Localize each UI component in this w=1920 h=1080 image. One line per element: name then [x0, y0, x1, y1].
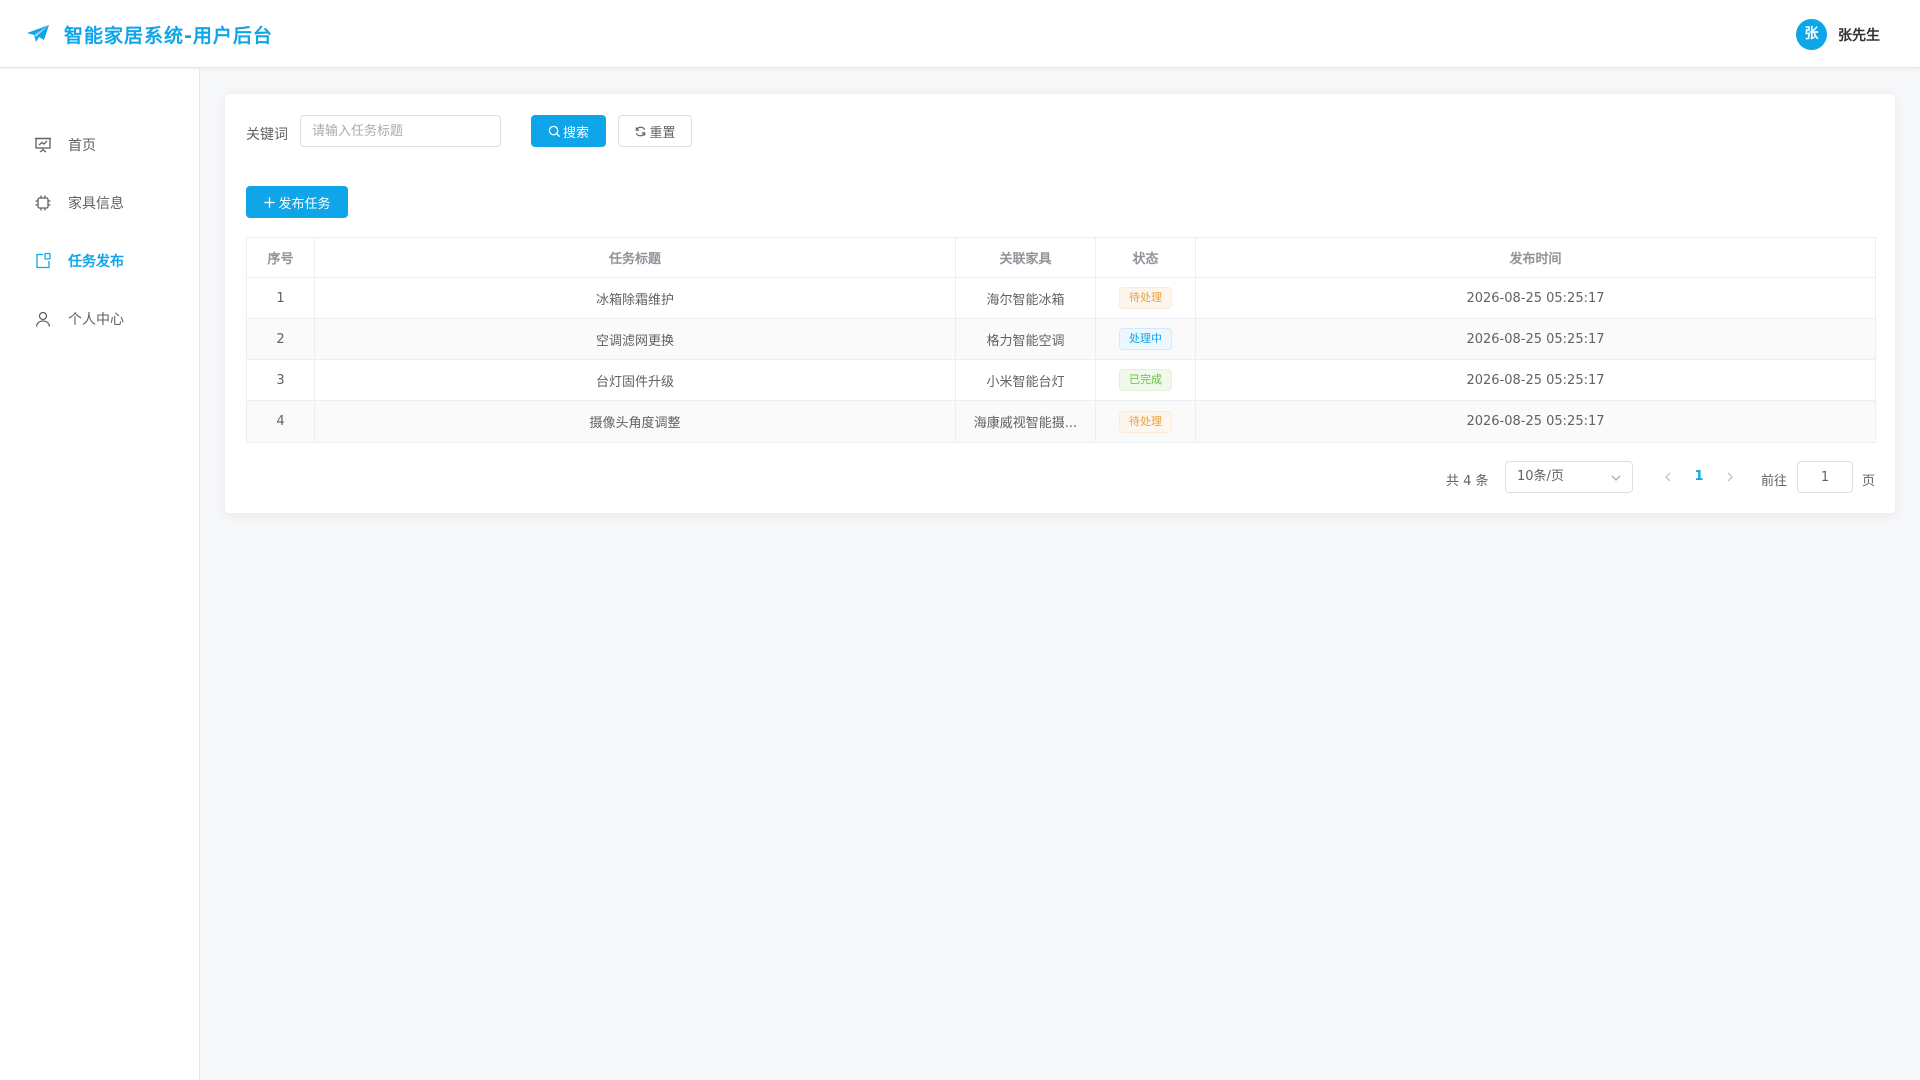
- prev-page-icon[interactable]: [1659, 468, 1677, 486]
- next-page-icon[interactable]: [1721, 468, 1739, 486]
- page-suffix-label: 页: [1862, 474, 1876, 489]
- cell-index: 3: [247, 360, 315, 400]
- search-button-label: 搜索: [562, 125, 589, 141]
- cell-status: 处理中: [1096, 319, 1196, 359]
- publish-task-button[interactable]: 发布任务: [246, 186, 348, 218]
- cell-furniture-text: 小米智能台灯: [986, 374, 1065, 390]
- sidebar-item-label: 首页: [68, 138, 96, 154]
- cell-furniture-text: 格力智能空调: [986, 333, 1065, 349]
- sidebar-item-profile[interactable]: 个人中心: [0, 290, 199, 348]
- table-row[interactable]: 2 空调滤网更换 格力智能空调 处理中 2026-08-25 05:25:17: [247, 319, 1875, 360]
- app-title: 智能家居系统-用户后台: [64, 25, 273, 47]
- cell-furniture-text: 海尔智能冰箱: [986, 292, 1065, 308]
- reset-button[interactable]: 重置: [618, 115, 692, 147]
- column-header-status: 状态: [1096, 238, 1196, 277]
- task-list-card: 关键词 搜索 重置 发布任务 序号 任务标题 关联家具 状态 发布时间 1 冰箱…: [224, 93, 1896, 514]
- page-size-value: 10条/页: [1517, 469, 1564, 484]
- cell-title: 摄像头角度调整: [315, 401, 956, 442]
- chevron-down-icon: [1611, 475, 1621, 481]
- cell-index: 2: [247, 319, 315, 359]
- table-row[interactable]: 1 冰箱除霜维护 海尔智能冰箱 待处理 2026-08-25 05:25:17: [247, 278, 1875, 319]
- cell-title: 台灯固件升级: [315, 360, 956, 400]
- cell-time: 2026-08-25 05:25:17: [1466, 414, 1605, 429]
- cell-status: 已完成: [1096, 360, 1196, 400]
- sidebar-item-task-publish[interactable]: 任务发布: [0, 232, 199, 290]
- goto-label: 前往: [1761, 474, 1788, 489]
- publish-task-label: 发布任务: [278, 196, 331, 212]
- cell-index: 4: [247, 401, 315, 442]
- status-badge: 待处理: [1119, 287, 1172, 309]
- sidebar-item-furniture[interactable]: 家具信息: [0, 174, 199, 232]
- user-icon: [35, 311, 51, 327]
- cell-furniture: 海康威视智能摄...: [956, 401, 1096, 442]
- table-row[interactable]: 4 摄像头角度调整 海康威视智能摄... 待处理 2026-08-25 05:2…: [247, 401, 1875, 442]
- cell-time: 2026-08-25 05:25:17: [1466, 290, 1605, 306]
- column-header-title: 任务标题: [315, 238, 956, 277]
- goto-page-input[interactable]: [1797, 461, 1853, 493]
- status-badge: 待处理: [1119, 410, 1172, 433]
- task-table: 序号 任务标题 关联家具 状态 发布时间 1 冰箱除霜维护 海尔智能冰箱 待处理…: [246, 237, 1876, 443]
- cell-furniture-text: 海康威视智能摄...: [973, 416, 1078, 431]
- sidebar-item-label: 个人中心: [68, 312, 124, 328]
- cell-furniture: 海尔智能冰箱: [956, 278, 1096, 318]
- table-row[interactable]: 3 台灯固件升级 小米智能台灯 已完成 2026-08-25 05:25:17: [247, 360, 1875, 401]
- page-size-select[interactable]: 10条/页: [1505, 461, 1633, 493]
- search-icon: [548, 125, 561, 137]
- reset-button-label: 重置: [649, 125, 676, 141]
- pagination-total: 共 4 条: [1446, 474, 1489, 489]
- user-avatar[interactable]: 张: [1796, 19, 1827, 50]
- paper-plane-logo-icon: [27, 25, 49, 42]
- cell-title: 冰箱除霜维护: [315, 278, 956, 318]
- column-header-furniture: 关联家具: [956, 238, 1096, 277]
- search-button[interactable]: 搜索: [531, 115, 606, 147]
- top-header: 智能家居系统-用户后台 张 张先生: [0, 0, 1920, 68]
- column-header-index: 序号: [247, 238, 315, 277]
- notebook-publish-icon: [36, 252, 51, 269]
- cell-title: 空调滤网更换: [315, 319, 956, 359]
- cell-status: 待处理: [1096, 278, 1196, 318]
- status-badge: 已完成: [1119, 369, 1172, 391]
- cell-index: 1: [247, 278, 315, 318]
- sidebar: 首页 家具信息 任务发布 个人中心: [0, 69, 200, 1080]
- cell-time: 2026-08-25 05:25:17: [1466, 331, 1605, 347]
- page-number-current[interactable]: 1: [1689, 469, 1709, 484]
- plus-icon: [264, 196, 276, 208]
- table-header-row: 序号 任务标题 关联家具 状态 发布时间: [247, 238, 1875, 278]
- column-header-time: 发布时间: [1509, 252, 1562, 267]
- presentation-chart-icon: [35, 137, 51, 153]
- sidebar-item-label: 任务发布: [68, 254, 124, 270]
- keyword-search-input[interactable]: [300, 115, 501, 147]
- cell-time: 2026-08-25 05:25:17: [1466, 372, 1605, 388]
- status-badge: 处理中: [1119, 328, 1172, 350]
- sidebar-item-home[interactable]: 首页: [0, 116, 199, 174]
- cell-status: 待处理: [1096, 401, 1196, 442]
- username[interactable]: 张先生: [1838, 25, 1880, 45]
- cell-furniture: 小米智能台灯: [956, 360, 1096, 400]
- cell-furniture: 格力智能空调: [956, 319, 1096, 359]
- cpu-chip-icon: [35, 195, 51, 211]
- sidebar-item-label: 家具信息: [68, 196, 124, 212]
- refresh-icon: [636, 126, 646, 136]
- keyword-label: 关键词: [246, 127, 288, 143]
